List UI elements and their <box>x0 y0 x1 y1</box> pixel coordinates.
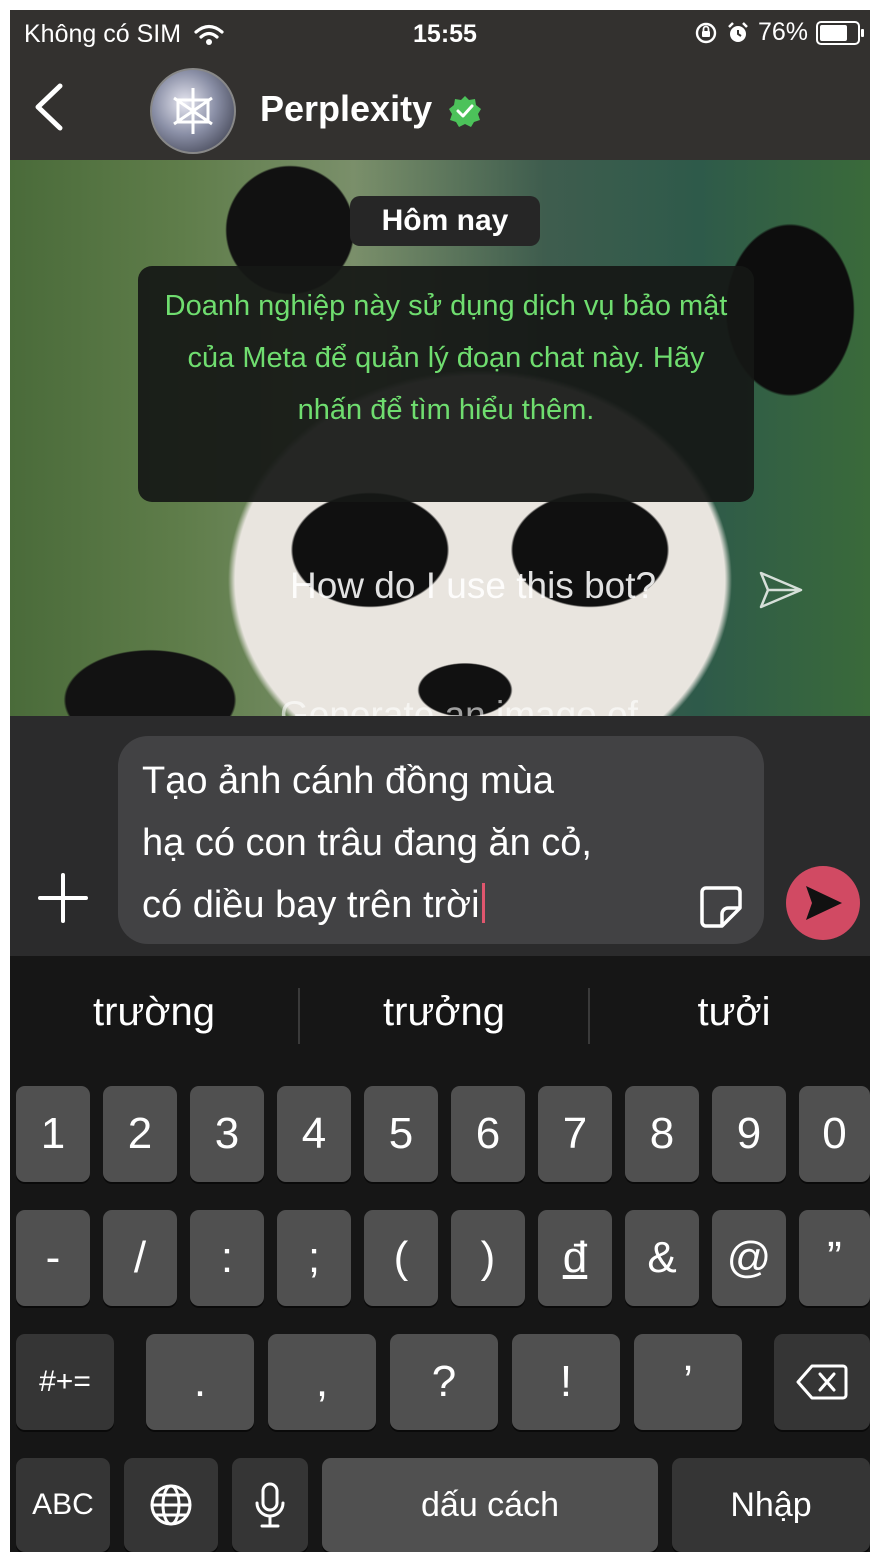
battery-icon <box>816 20 864 45</box>
globe-key[interactable] <box>124 1458 218 1552</box>
key-close-paren[interactable]: ) <box>451 1210 525 1306</box>
key-apostrophe[interactable]: ’ <box>634 1334 742 1430</box>
key-3[interactable]: 3 <box>190 1086 264 1182</box>
status-right: 76% <box>694 18 864 47</box>
key-more-symbols[interactable]: #+= <box>16 1334 114 1430</box>
perplexity-logo-icon <box>173 88 213 134</box>
suggestion-chip-2[interactable]: Generate an image of <box>280 694 638 716</box>
privacy-notice[interactable]: Doanh nghiệp này sử dụng dịch vụ bảo mật… <box>138 266 754 502</box>
key-slash[interactable]: / <box>103 1210 177 1306</box>
prediction-2[interactable]: trưởng <box>304 990 584 1035</box>
top-bar: Không có SIM 15:55 76% Perplexity <box>10 10 870 160</box>
key-dash[interactable]: - <box>16 1210 90 1306</box>
send-button[interactable] <box>786 866 860 940</box>
key-1[interactable]: 1 <box>16 1086 90 1182</box>
message-line-1: Tạo ảnh cánh đồng mùa <box>142 760 554 802</box>
battery-level <box>820 24 847 41</box>
chat-title-text: Perplexity <box>260 88 433 129</box>
verified-badge-icon <box>449 96 482 128</box>
prediction-bar: trường trưởng tưởi <box>10 956 870 1074</box>
battery-percent: 76% <box>757 18 808 46</box>
status-bar: Không có SIM 15:55 76% <box>10 10 870 62</box>
key-period[interactable]: . <box>146 1334 254 1430</box>
key-exclamation[interactable]: ! <box>512 1334 620 1430</box>
orientation-lock-icon <box>695 22 717 43</box>
key-question[interactable]: ? <box>390 1334 498 1430</box>
sticker-icon[interactable] <box>698 884 744 930</box>
key-quote[interactable]: ” <box>799 1210 870 1306</box>
avatar[interactable] <box>150 68 236 154</box>
send-icon <box>806 886 842 920</box>
key-comma[interactable]: , <box>268 1334 376 1430</box>
prediction-divider <box>298 988 300 1044</box>
send-arrow-icon[interactable] <box>758 570 804 610</box>
key-0[interactable]: 0 <box>799 1086 870 1182</box>
message-line-3: có diều bay trên trời <box>142 874 664 936</box>
prediction-divider <box>588 988 590 1044</box>
screen: Không có SIM 15:55 76% Perplexity Hôm na… <box>10 10 870 1552</box>
key-4[interactable]: 4 <box>277 1086 351 1182</box>
suggestion-chip[interactable]: How do I use this bot? <box>290 565 656 607</box>
backspace-key[interactable] <box>774 1334 870 1430</box>
chevron-left-icon[interactable] <box>30 82 70 132</box>
key-6[interactable]: 6 <box>451 1086 525 1182</box>
key-2[interactable]: 2 <box>103 1086 177 1182</box>
message-line-3-text: có diều bay trên trời <box>142 884 480 926</box>
dictation-key[interactable] <box>232 1458 308 1552</box>
key-ampersand[interactable]: & <box>625 1210 699 1306</box>
chat-area[interactable]: Hôm nay Doanh nghiệp này sử dụng dịch vụ… <box>10 160 870 716</box>
key-open-paren[interactable]: ( <box>364 1210 438 1306</box>
alarm-icon <box>728 21 748 42</box>
text-caret <box>481 883 485 923</box>
prediction-3[interactable]: tưởi <box>594 990 870 1035</box>
plus-icon[interactable] <box>36 871 90 925</box>
keyboard: trường trưởng tưởi 1 2 3 4 5 6 7 8 9 0 -… <box>10 956 870 1552</box>
date-divider: Hôm nay <box>350 196 540 246</box>
message-input[interactable]: Tạo ảnh cánh đồng mùa hạ có con trâu đan… <box>118 736 764 944</box>
space-key[interactable]: dấu cách <box>322 1458 658 1552</box>
chat-title[interactable]: Perplexity <box>260 88 482 130</box>
microphone-icon <box>255 1482 285 1528</box>
key-5[interactable]: 5 <box>364 1086 438 1182</box>
return-key[interactable]: Nhập <box>672 1458 870 1552</box>
key-8[interactable]: 8 <box>625 1086 699 1182</box>
message-line-2: hạ có con trâu đang ăn cỏ, <box>142 822 592 864</box>
key-semicolon[interactable]: ; <box>277 1210 351 1306</box>
key-abc[interactable]: ABC <box>16 1458 110 1552</box>
key-colon[interactable]: : <box>190 1210 264 1306</box>
composer-bar: Tạo ảnh cánh đồng mùa hạ có con trâu đan… <box>10 716 870 956</box>
prediction-1[interactable]: trường <box>14 990 294 1035</box>
key-d-stroke[interactable]: đ <box>538 1210 612 1306</box>
globe-icon <box>150 1484 192 1526</box>
key-at[interactable]: @ <box>712 1210 786 1306</box>
key-7[interactable]: 7 <box>538 1086 612 1182</box>
backspace-icon <box>796 1364 848 1400</box>
key-9[interactable]: 9 <box>712 1086 786 1182</box>
